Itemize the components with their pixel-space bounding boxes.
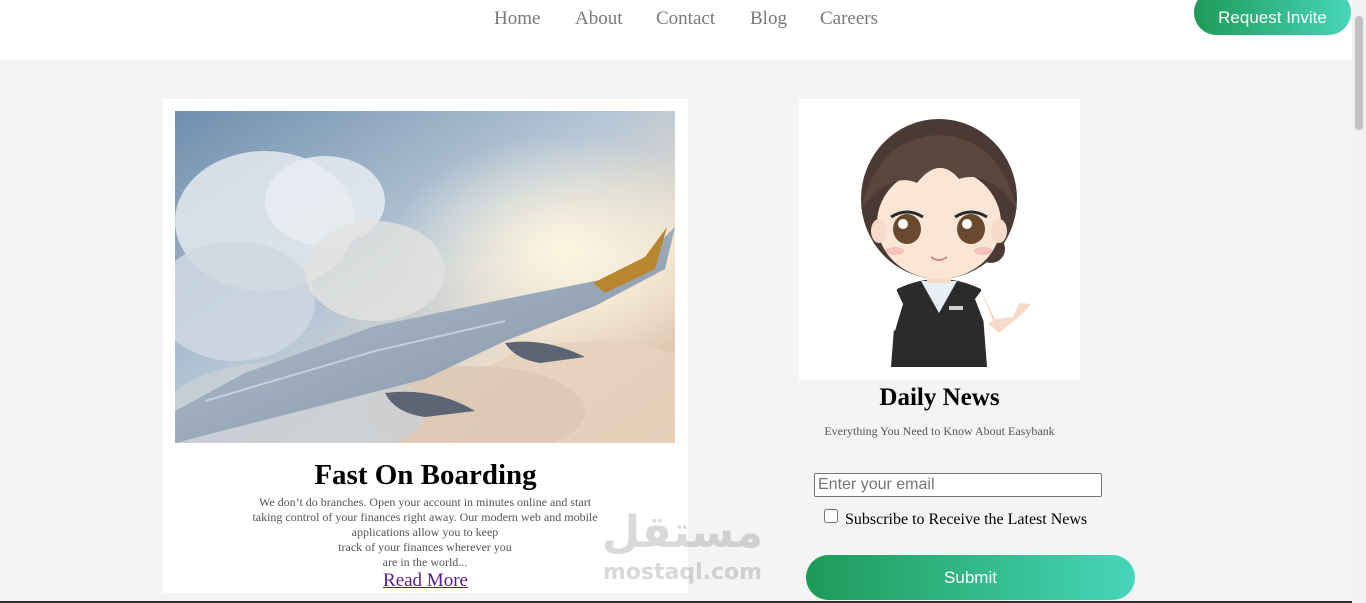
nav-link-home[interactable]: Home — [494, 8, 540, 30]
airplane-wing-image — [175, 111, 675, 443]
news-title: Daily News — [879, 384, 1000, 411]
card-title: Fast On Boarding — [314, 459, 537, 491]
subscribe-checkbox[interactable] — [824, 509, 838, 523]
feature-card: Fast On Boarding We don’t do branches. O… — [163, 99, 688, 593]
avatar-illustration — [799, 99, 1080, 380]
nav-link-contact[interactable]: Contact — [656, 8, 715, 30]
main-nav: Home About Contact Blog Careers — [0, 8, 1352, 32]
card-description-line: applications allow you to keep — [351, 525, 499, 539]
card-description-line: taking control of your finances right aw… — [252, 510, 598, 524]
email-field[interactable] — [814, 473, 1102, 497]
request-invite-button[interactable]: Request Invite — [1194, 0, 1351, 35]
news-subtitle: Everything You Need to Know About Easyba… — [824, 424, 1055, 438]
card-description-line: are in the world... — [382, 555, 468, 569]
card-description: We don’t do branches. Open your account … — [225, 495, 625, 570]
scrollbar-thumb[interactable] — [1355, 16, 1363, 130]
nav-link-careers[interactable]: Careers — [820, 8, 878, 30]
vertical-scrollbar[interactable] — [1352, 0, 1366, 603]
nav-link-about[interactable]: About — [575, 8, 623, 30]
nav-link-blog[interactable]: Blog — [750, 8, 787, 30]
submit-button[interactable]: Submit — [806, 555, 1135, 600]
read-more-link[interactable]: Read More — [163, 570, 688, 592]
card-description-line: We don’t do branches. Open your account … — [258, 495, 592, 509]
top-navbar: Home About Contact Blog Careers — [0, 0, 1352, 60]
subscribe-label: Subscribe to Receive the Latest News — [845, 511, 1088, 528]
card-description-line: track of your finances wherever you — [338, 540, 512, 554]
